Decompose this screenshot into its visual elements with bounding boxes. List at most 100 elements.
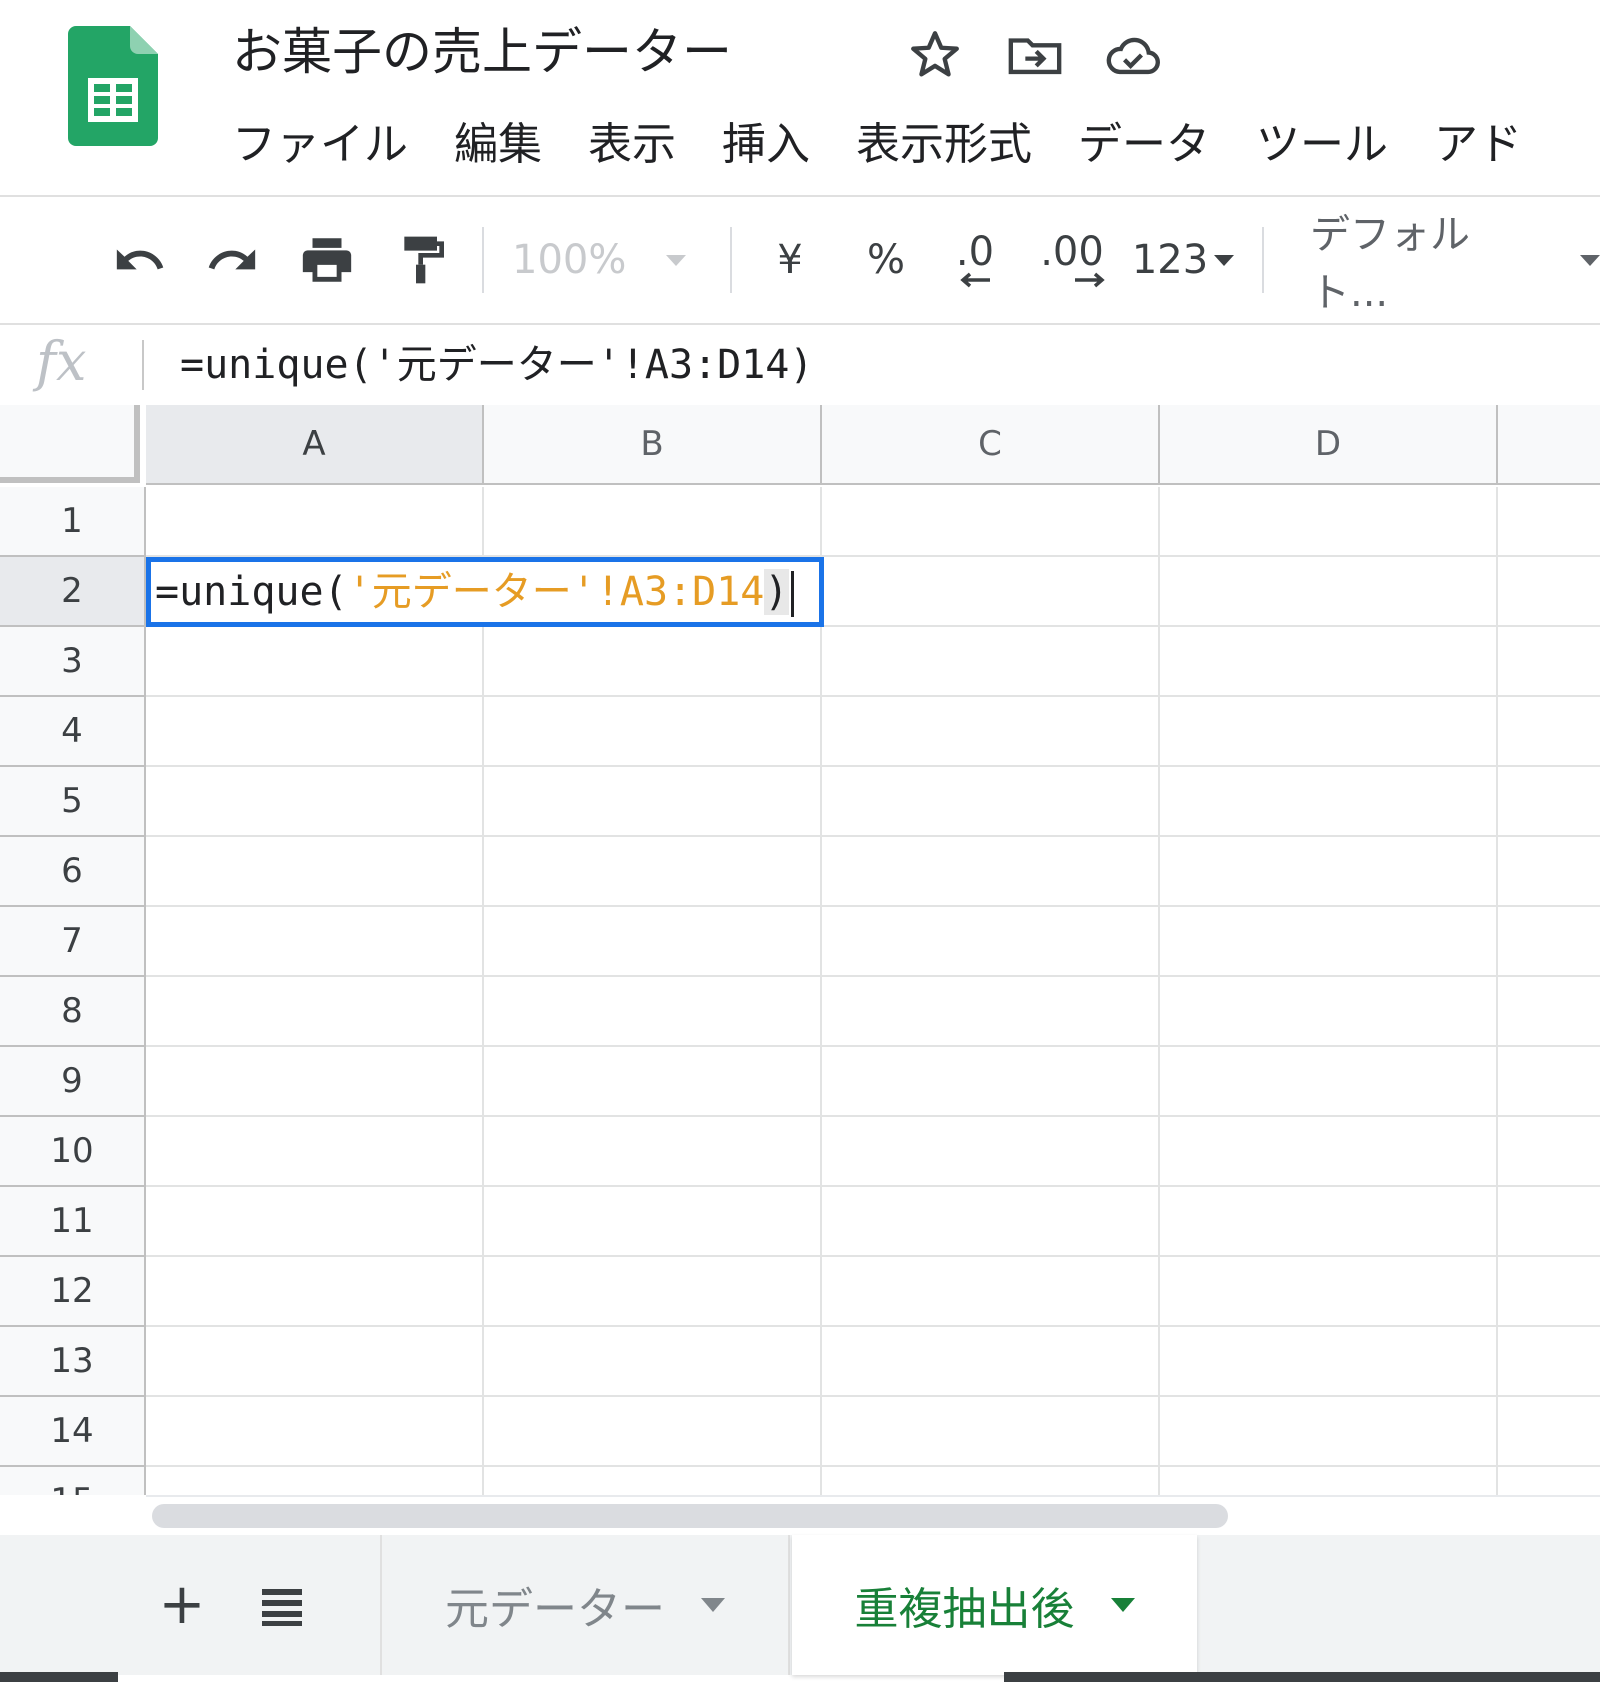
cell-e4[interactable] (1498, 697, 1600, 767)
decrease-decimal-button[interactable]: .0 (940, 227, 1010, 293)
cell-a9[interactable] (146, 1047, 484, 1117)
cell-a13[interactable] (146, 1327, 484, 1397)
row-header-13[interactable]: 13 (0, 1327, 146, 1397)
cloud-status-icon[interactable] (1104, 26, 1162, 84)
cell-d14[interactable] (1160, 1397, 1498, 1467)
cell-e10[interactable] (1498, 1117, 1600, 1187)
cell-d4[interactable] (1160, 697, 1498, 767)
cell-e5[interactable] (1498, 767, 1600, 837)
undo-button[interactable] (104, 227, 174, 293)
row-header-14[interactable]: 14 (0, 1397, 146, 1467)
cell-c5[interactable] (822, 767, 1160, 837)
cell-a1[interactable] (146, 487, 484, 557)
column-header-e[interactable] (1498, 405, 1600, 485)
cell-e8[interactable] (1498, 977, 1600, 1047)
row-header-5[interactable]: 5 (0, 767, 146, 837)
add-sheet-button[interactable]: + (152, 1575, 212, 1635)
cell-a14[interactable] (146, 1397, 484, 1467)
cell-b14[interactable] (484, 1397, 822, 1467)
format-percent-button[interactable]: % (856, 227, 916, 293)
menu-file[interactable]: ファイル (232, 110, 408, 180)
cell-d13[interactable] (1160, 1327, 1498, 1397)
cell-c13[interactable] (822, 1327, 1160, 1397)
cell-d7[interactable] (1160, 907, 1498, 977)
font-select[interactable]: デフォルト... (1310, 212, 1600, 316)
menu-addons[interactable]: アド (1434, 110, 1522, 180)
cell-e7[interactable] (1498, 907, 1600, 977)
horizontal-scrollbar-thumb[interactable] (152, 1504, 1228, 1528)
cell-d2[interactable] (1160, 557, 1498, 627)
cell-d6[interactable] (1160, 837, 1498, 907)
row-header-10[interactable]: 10 (0, 1117, 146, 1187)
menu-view[interactable]: 表示 (588, 110, 676, 180)
cell-e3[interactable] (1498, 627, 1600, 697)
menu-format[interactable]: 表示形式 (856, 110, 1032, 180)
cell-b12[interactable] (484, 1257, 822, 1327)
cell-a8[interactable] (146, 977, 484, 1047)
sheets-logo-icon[interactable] (68, 26, 158, 146)
cell-b15[interactable] (484, 1467, 822, 1495)
column-header-a[interactable]: A (146, 405, 484, 485)
cell-b13[interactable] (484, 1327, 822, 1397)
cell-c7[interactable] (822, 907, 1160, 977)
more-formats-button[interactable]: 123 (1128, 227, 1238, 293)
column-header-c[interactable]: C (822, 405, 1160, 485)
cell-d5[interactable] (1160, 767, 1498, 837)
paint-format-button[interactable] (388, 227, 458, 293)
cell-c3[interactable] (822, 627, 1160, 697)
cell-a11[interactable] (146, 1187, 484, 1257)
cell-b6[interactable] (484, 837, 822, 907)
cell-c12[interactable] (822, 1257, 1160, 1327)
all-sheets-list-icon[interactable] (258, 1581, 306, 1629)
cell-e12[interactable] (1498, 1257, 1600, 1327)
format-currency-button[interactable]: ¥ (760, 227, 820, 293)
document-title[interactable]: お菓子の売上データー (232, 20, 732, 84)
menu-edit[interactable]: 編集 (454, 110, 542, 180)
cell-e2[interactable] (1498, 557, 1600, 627)
cell-e9[interactable] (1498, 1047, 1600, 1117)
cell-d12[interactable] (1160, 1257, 1498, 1327)
cell-c9[interactable] (822, 1047, 1160, 1117)
cell-c15[interactable] (822, 1467, 1160, 1495)
cell-c6[interactable] (822, 837, 1160, 907)
row-header-7[interactable]: 7 (0, 907, 146, 977)
cell-e6[interactable] (1498, 837, 1600, 907)
row-header-12[interactable]: 12 (0, 1257, 146, 1327)
row-header-9[interactable]: 9 (0, 1047, 146, 1117)
cell-e13[interactable] (1498, 1327, 1600, 1397)
formula-input[interactable]: =unique('元データー'!A3:D14) (180, 325, 813, 405)
column-header-b[interactable]: B (484, 405, 822, 485)
row-header-1[interactable]: 1 (0, 487, 146, 557)
cell-c11[interactable] (822, 1187, 1160, 1257)
cell-e11[interactable] (1498, 1187, 1600, 1257)
cell-e14[interactable] (1498, 1397, 1600, 1467)
cell-d15[interactable] (1160, 1467, 1498, 1495)
cell-d9[interactable] (1160, 1047, 1498, 1117)
row-header-8[interactable]: 8 (0, 977, 146, 1047)
cell-d8[interactable] (1160, 977, 1498, 1047)
menu-tools[interactable]: ツール (1256, 110, 1388, 180)
select-all-corner[interactable] (0, 405, 140, 483)
cell-a12[interactable] (146, 1257, 484, 1327)
cell-b1[interactable] (484, 487, 822, 557)
cell-b3[interactable] (484, 627, 822, 697)
cell-a3[interactable] (146, 627, 484, 697)
cell-d3[interactable] (1160, 627, 1498, 697)
cell-a7[interactable] (146, 907, 484, 977)
row-header-4[interactable]: 4 (0, 697, 146, 767)
cell-d1[interactable] (1160, 487, 1498, 557)
cell-c10[interactable] (822, 1117, 1160, 1187)
star-icon[interactable] (906, 26, 964, 84)
cell-d10[interactable] (1160, 1117, 1498, 1187)
chevron-down-icon[interactable] (1110, 1598, 1135, 1612)
cell-b5[interactable] (484, 767, 822, 837)
cell-b10[interactable] (484, 1117, 822, 1187)
cell-b8[interactable] (484, 977, 822, 1047)
cell-a5[interactable] (146, 767, 484, 837)
cell-a10[interactable] (146, 1117, 484, 1187)
cell-c8[interactable] (822, 977, 1160, 1047)
cell-b4[interactable] (484, 697, 822, 767)
cell-c4[interactable] (822, 697, 1160, 767)
cell-a4[interactable] (146, 697, 484, 767)
increase-decimal-button[interactable]: .00 (1032, 227, 1112, 293)
